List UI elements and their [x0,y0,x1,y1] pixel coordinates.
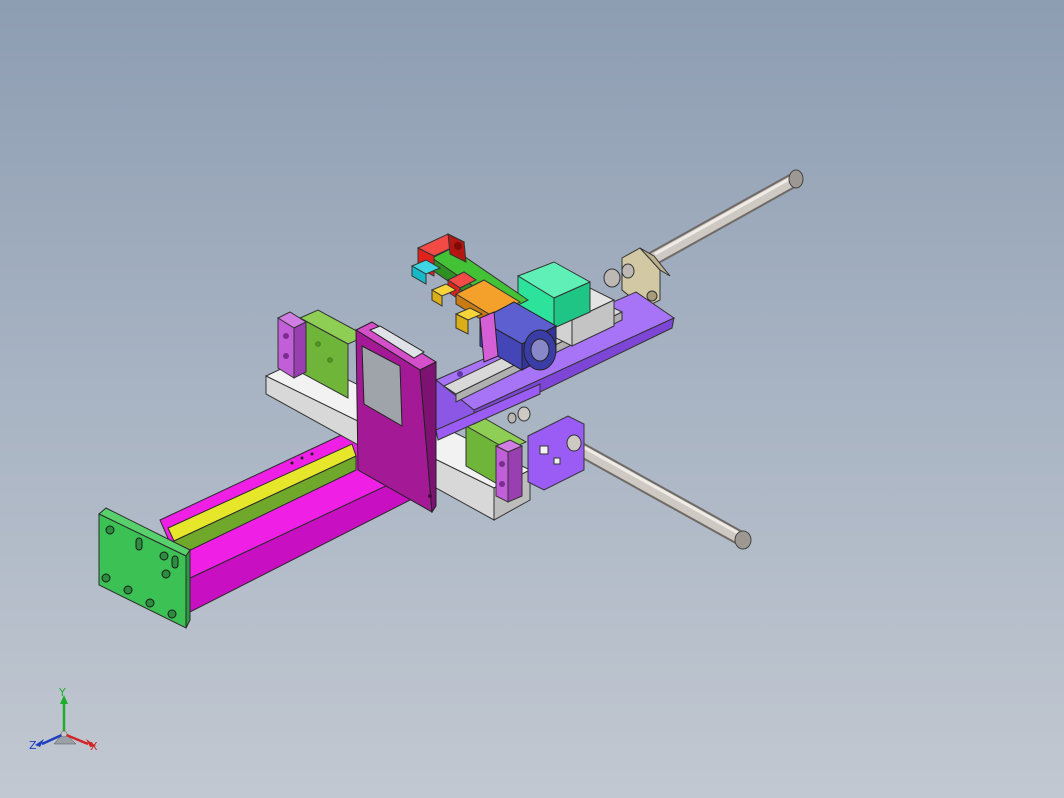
x-axis-label: X [90,740,98,753]
violet-bracket-right[interactable] [494,439,524,503]
axis-triad[interactable]: Y Z X [26,686,106,756]
lower-guide-rod[interactable] [552,430,752,550]
purple-rod-block[interactable] [527,415,585,491]
z-axis-label: Z [29,739,37,752]
upper-guide-rod[interactable] [646,169,804,266]
y-axis-label: Y [59,686,66,699]
assembly-model[interactable] [0,0,1064,798]
bolt-detail [507,406,531,424]
violet-bracket-left[interactable] [276,311,308,379]
cad-3d-viewport[interactable]: Y Z X [0,0,1064,798]
